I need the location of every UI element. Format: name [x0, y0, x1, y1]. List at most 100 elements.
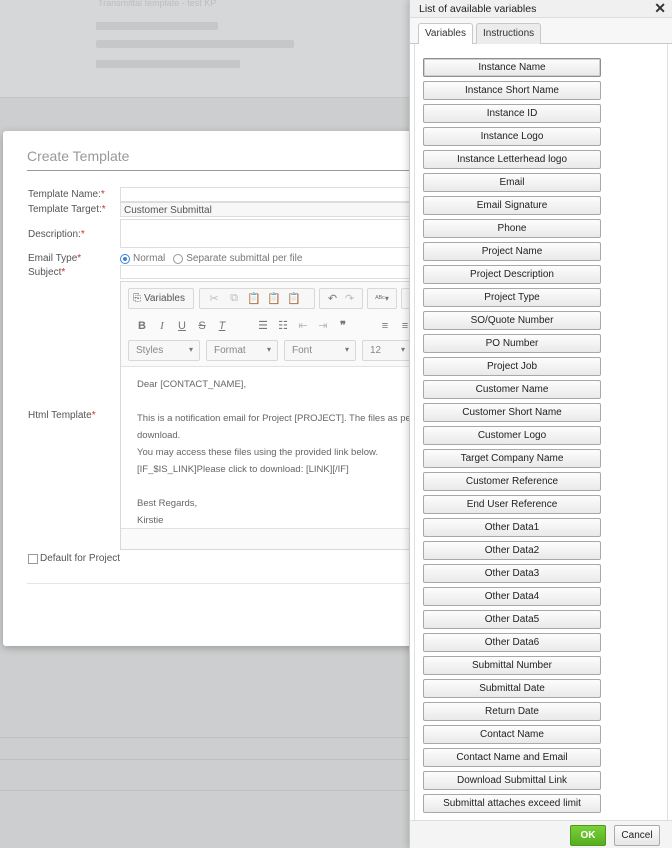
variable-button[interactable]: Instance Letterhead logo [423, 150, 601, 169]
cut-icon[interactable]: ✂ [204, 290, 224, 308]
radio-separate-label: Separate submittal per file [186, 253, 303, 264]
content-line: Kirstie [137, 515, 164, 526]
variable-button[interactable]: SO/Quote Number [423, 311, 601, 330]
paste-icon[interactable]: 📋 [244, 290, 264, 308]
font-dropdown[interactable]: Font ▾ [284, 340, 356, 361]
variable-button[interactable]: Submittal Number [423, 656, 601, 675]
variable-button[interactable]: Instance Logo [423, 127, 601, 146]
variables-list: Instance Name Instance Short Name Instance… [414, 44, 668, 820]
dialog-title: Create Template [27, 148, 130, 164]
subject-input[interactable] [120, 265, 423, 279]
email-type-label: Email Type* [28, 253, 82, 264]
variable-button[interactable]: Project Description [423, 265, 601, 284]
variable-button[interactable]: Other Data5 [423, 610, 601, 629]
variable-button[interactable]: Customer Name [423, 380, 601, 399]
variable-button[interactable]: Project Job [423, 357, 601, 376]
default-for-project-label: Default for Project [40, 553, 121, 564]
undo-icon[interactable]: ↶ [324, 290, 341, 308]
html-template-label: Html Template* [28, 410, 96, 421]
underline-icon[interactable]: U [172, 317, 192, 335]
styles-dropdown[interactable]: Styles ▾ [128, 340, 200, 361]
variable-button[interactable]: Target Company Name [423, 449, 601, 468]
background-divider [0, 737, 410, 738]
panel-tabs: Variables Instructions [410, 18, 672, 45]
ok-button[interactable]: OK [570, 825, 606, 846]
variable-button[interactable]: Other Data1 [423, 518, 601, 537]
numbered-list-icon[interactable]: ☰ [253, 317, 273, 335]
variables-toolbar-button[interactable]: ⎘ Variables [128, 288, 194, 309]
background-text-line [96, 60, 240, 68]
footer-divider [27, 583, 423, 584]
create-template-dialog: Create Template Template Name:* Template… [3, 131, 423, 646]
outdent-icon[interactable]: ⇤ [293, 317, 313, 335]
radio-separate-submittal[interactable] [173, 253, 184, 264]
content-line: download. [137, 430, 181, 441]
variable-button[interactable]: Instance Name [423, 58, 601, 77]
strikethrough-icon[interactable]: S [192, 317, 212, 335]
paste-word-icon[interactable]: 📋 [284, 290, 304, 308]
variable-button[interactable]: Instance ID [423, 104, 601, 123]
close-icon[interactable]: ✕ [654, 0, 666, 17]
chevron-down-icon: ▾ [266, 345, 271, 354]
template-name-input[interactable] [120, 187, 423, 202]
content-line: Dear [CONTACT_NAME], [137, 379, 247, 390]
panel-title: List of available variables [419, 3, 537, 15]
background-text-line [96, 40, 294, 48]
description-label: Description:* [28, 229, 85, 240]
align-left-icon[interactable]: ≡ [375, 317, 395, 335]
variable-button[interactable]: PO Number [423, 334, 601, 353]
variable-button[interactable]: Contact Name [423, 725, 601, 744]
blockquote-icon[interactable]: ❞ [333, 317, 353, 335]
variable-button[interactable]: Instance Short Name [423, 81, 601, 100]
variable-button[interactable]: Phone [423, 219, 601, 238]
variable-button[interactable]: End User Reference [423, 495, 601, 514]
variable-button[interactable]: Other Data2 [423, 541, 601, 560]
variable-button[interactable]: Other Data6 [423, 633, 601, 652]
font-size-dropdown[interactable]: 12 ▾ [362, 340, 412, 361]
variable-button[interactable]: Project Name [423, 242, 601, 261]
redo-icon[interactable]: ↷ [341, 290, 358, 308]
variable-button[interactable]: Project Type [423, 288, 601, 307]
tab-variables[interactable]: Variables [418, 23, 473, 45]
indent-icon[interactable]: ⇥ [313, 317, 333, 335]
variable-button[interactable]: Email Signature [423, 196, 601, 215]
variable-button[interactable]: Submittal Date [423, 679, 601, 698]
description-input[interactable] [120, 219, 423, 248]
content-line: You may access these files using the pro… [137, 447, 378, 458]
spellcheck-icon: ᴬᴮᶜ▾ [375, 294, 389, 303]
spellcheck-toolbar-button[interactable]: ᴬᴮᶜ▾ [367, 288, 397, 309]
tab-instructions[interactable]: Instructions [476, 23, 542, 45]
radio-normal[interactable] [120, 253, 130, 264]
paste-text-icon[interactable]: 📋 [264, 290, 284, 308]
chevron-down-icon: ▾ [188, 345, 193, 354]
remove-format-icon[interactable]: T [212, 317, 232, 335]
background-divider [0, 790, 410, 791]
variable-button[interactable]: Other Data3 [423, 564, 601, 583]
content-line: Best Regards, [137, 498, 198, 509]
content-line: [IF_$IS_LINK]Please click to download: [… [137, 464, 349, 475]
email-body-content[interactable]: Dear [CONTACT_NAME], This is a notificat… [121, 366, 422, 529]
template-target-field[interactable]: Customer Submittal [120, 202, 423, 217]
variable-button[interactable]: Other Data4 [423, 587, 601, 606]
format-dropdown[interactable]: Format ▾ [206, 340, 278, 361]
title-divider [27, 170, 423, 171]
variable-button[interactable]: Download Submittal Link [423, 771, 601, 790]
variable-button[interactable]: Customer Reference [423, 472, 601, 491]
variable-button[interactable]: Email [423, 173, 601, 192]
panel-footer: OK Cancel [410, 820, 672, 848]
variable-button[interactable]: Submittal attaches exceed limit [423, 794, 601, 813]
bold-icon[interactable]: B [132, 317, 152, 335]
variable-button[interactable]: Customer Logo [423, 426, 601, 445]
default-for-project-checkbox[interactable] [28, 553, 38, 564]
variable-button[interactable]: Customer Short Name [423, 403, 601, 422]
variable-button[interactable]: Contact Name and Email [423, 748, 601, 767]
format-toolbar-group: B I U S T [128, 315, 238, 336]
background-title: Transmittal template - test KP [98, 0, 217, 8]
italic-icon[interactable]: I [152, 317, 172, 335]
template-name-label: Template Name:* [28, 189, 105, 200]
bulleted-list-icon[interactable]: ☷ [273, 317, 293, 335]
variable-button[interactable]: Return Date [423, 702, 601, 721]
variables-icon: ⎘ [133, 293, 141, 304]
cancel-button[interactable]: Cancel [614, 825, 660, 846]
copy-icon[interactable]: ⧉ [224, 290, 244, 308]
